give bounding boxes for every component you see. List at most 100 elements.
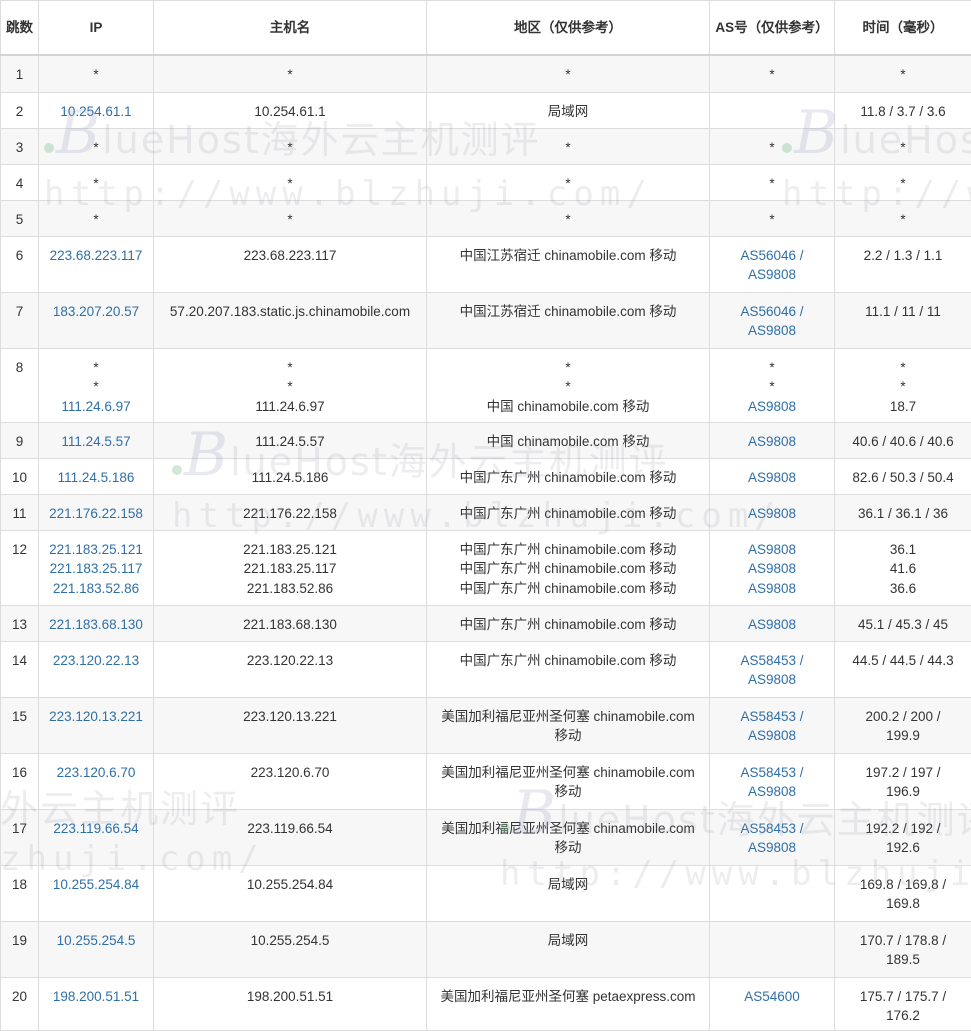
ip-link[interactable]: 223.68.223.117 xyxy=(42,246,150,266)
ip-link[interactable]: 221.183.25.121 xyxy=(42,540,150,560)
cell-time-text: 36.6 xyxy=(838,579,968,599)
ip-link[interactable]: 111.24.5.57 xyxy=(42,432,150,452)
table-row: 20198.200.51.51198.200.51.51美国加利福尼亚州圣何塞 … xyxy=(1,977,971,1030)
cell-hop: 20 xyxy=(1,977,39,1030)
ip-link[interactable]: 111.24.6.97 xyxy=(42,397,150,417)
ip-link[interactable]: 10.255.254.5 xyxy=(42,931,150,951)
cell-hostname: 111.24.5.57 xyxy=(154,422,427,458)
cell-region: 局域网 xyxy=(427,92,710,128)
as-link[interactable]: AS9808 xyxy=(713,504,831,524)
cell-region-text: * xyxy=(430,377,706,397)
as-link[interactable]: AS58453 / xyxy=(713,763,831,783)
as-link[interactable]: AS9808 xyxy=(713,838,831,858)
cell-region: **中国 chinamobile.com 移动 xyxy=(427,348,710,422)
ip-link[interactable]: 221.183.25.117 xyxy=(42,559,150,579)
cell-hostname: 223.119.66.54 xyxy=(154,809,427,865)
cell-hostname: 223.68.223.117 xyxy=(154,236,427,292)
as-link[interactable]: AS56046 / xyxy=(713,302,831,322)
header-time: 时间（毫秒） xyxy=(835,1,971,56)
cell-as: AS9808 xyxy=(710,458,835,494)
cell-time-text: 2.2 / 1.3 / 1.1 xyxy=(838,246,968,266)
as-link[interactable]: AS9808 xyxy=(713,579,831,599)
cell-ip: * xyxy=(39,200,154,236)
cell-as xyxy=(710,921,835,977)
cell-hostname: 198.200.51.51 xyxy=(154,977,427,1030)
ip-link[interactable]: 221.176.22.158 xyxy=(42,504,150,524)
cell-as-text: * xyxy=(713,174,831,194)
as-link[interactable]: AS9808 xyxy=(713,726,831,746)
cell-ip-text: * xyxy=(42,174,150,194)
as-link[interactable]: AS54600 xyxy=(713,987,831,1007)
as-link[interactable]: AS9808 xyxy=(713,615,831,635)
cell-hop: 7 xyxy=(1,292,39,348)
cell-hostname: 223.120.13.221 xyxy=(154,697,427,753)
cell-ip-text: * xyxy=(42,377,150,397)
cell-region-text: * xyxy=(430,210,706,230)
table-row: 13221.183.68.130221.183.68.130中国广东广州 chi… xyxy=(1,605,971,641)
cell-time: * xyxy=(835,55,971,92)
as-link[interactable]: AS56046 / xyxy=(713,246,831,266)
cell-ip-text: * xyxy=(42,210,150,230)
ip-link[interactable]: 10.255.254.84 xyxy=(42,875,150,895)
cell-time: 44.5 / 44.5 / 44.3 xyxy=(835,641,971,697)
table-row: 8**111.24.6.97**111.24.6.97**中国 chinamob… xyxy=(1,348,971,422)
cell-time-text: * xyxy=(838,377,968,397)
ip-link[interactable]: 223.119.66.54 xyxy=(42,819,150,839)
header-hostname: 主机名 xyxy=(154,1,427,56)
ip-link[interactable]: 223.120.13.221 xyxy=(42,707,150,727)
cell-region: * xyxy=(427,200,710,236)
ip-link[interactable]: 221.183.52.86 xyxy=(42,579,150,599)
cell-hop: 18 xyxy=(1,865,39,921)
ip-link[interactable]: 111.24.5.186 xyxy=(42,468,150,488)
as-link[interactable]: AS9808 xyxy=(713,468,831,488)
cell-time-text: * xyxy=(838,65,968,85)
as-link[interactable]: AS9808 xyxy=(713,321,831,341)
ip-link[interactable]: 183.207.20.57 xyxy=(42,302,150,322)
cell-hop: 1 xyxy=(1,55,39,92)
cell-time: 192.2 / 192 /192.6 xyxy=(835,809,971,865)
table-row: 3***** xyxy=(1,128,971,164)
header-ip: IP xyxy=(39,1,154,56)
table-row: 5***** xyxy=(1,200,971,236)
cell-hop: 6 xyxy=(1,236,39,292)
cell-ip: 10.255.254.5 xyxy=(39,921,154,977)
cell-time-text: 192.6 xyxy=(838,838,968,858)
cell-time: 40.6 / 40.6 / 40.6 xyxy=(835,422,971,458)
ip-link[interactable]: 198.200.51.51 xyxy=(42,987,150,1007)
as-link[interactable]: AS9808 xyxy=(713,397,831,417)
cell-time: 200.2 / 200 /199.9 xyxy=(835,697,971,753)
table-row: 7183.207.20.5757.20.207.183.static.js.ch… xyxy=(1,292,971,348)
ip-link[interactable]: 221.183.68.130 xyxy=(42,615,150,635)
cell-region-text: 移动 xyxy=(430,782,706,802)
cell-hostname: 221.183.25.121221.183.25.117221.183.52.8… xyxy=(154,530,427,605)
cell-as: * xyxy=(710,128,835,164)
ip-link[interactable]: 10.254.61.1 xyxy=(42,102,150,122)
cell-time-text: 40.6 / 40.6 / 40.6 xyxy=(838,432,968,452)
as-link[interactable]: AS9808 xyxy=(713,432,831,452)
cell-region-text: 中国广东广州 chinamobile.com 移动 xyxy=(430,579,706,599)
as-link[interactable]: AS58453 / xyxy=(713,819,831,839)
ip-link[interactable]: 223.120.22.13 xyxy=(42,651,150,671)
cell-time: 169.8 / 169.8 /169.8 xyxy=(835,865,971,921)
as-link[interactable]: AS9808 xyxy=(713,265,831,285)
ip-link[interactable]: 223.120.6.70 xyxy=(42,763,150,783)
as-link[interactable]: AS9808 xyxy=(713,670,831,690)
cell-hop: 5 xyxy=(1,200,39,236)
as-link[interactable]: AS9808 xyxy=(713,559,831,579)
as-link[interactable]: AS9808 xyxy=(713,540,831,560)
as-link[interactable]: AS58453 / xyxy=(713,707,831,727)
cell-as: AS58453 /AS9808 xyxy=(710,641,835,697)
cell-ip: 10.254.61.1 xyxy=(39,92,154,128)
as-link[interactable]: AS9808 xyxy=(713,782,831,802)
cell-region: 局域网 xyxy=(427,921,710,977)
cell-as: AS58453 /AS9808 xyxy=(710,809,835,865)
cell-ip: 183.207.20.57 xyxy=(39,292,154,348)
as-link[interactable]: AS58453 / xyxy=(713,651,831,671)
cell-hostname: * xyxy=(154,128,427,164)
cell-region-text: * xyxy=(430,358,706,378)
cell-hostname: 221.176.22.158 xyxy=(154,494,427,530)
cell-time: 197.2 / 197 /196.9 xyxy=(835,753,971,809)
cell-as: AS9808 xyxy=(710,605,835,641)
cell-hostname: 221.183.68.130 xyxy=(154,605,427,641)
cell-ip: 223.120.6.70 xyxy=(39,753,154,809)
